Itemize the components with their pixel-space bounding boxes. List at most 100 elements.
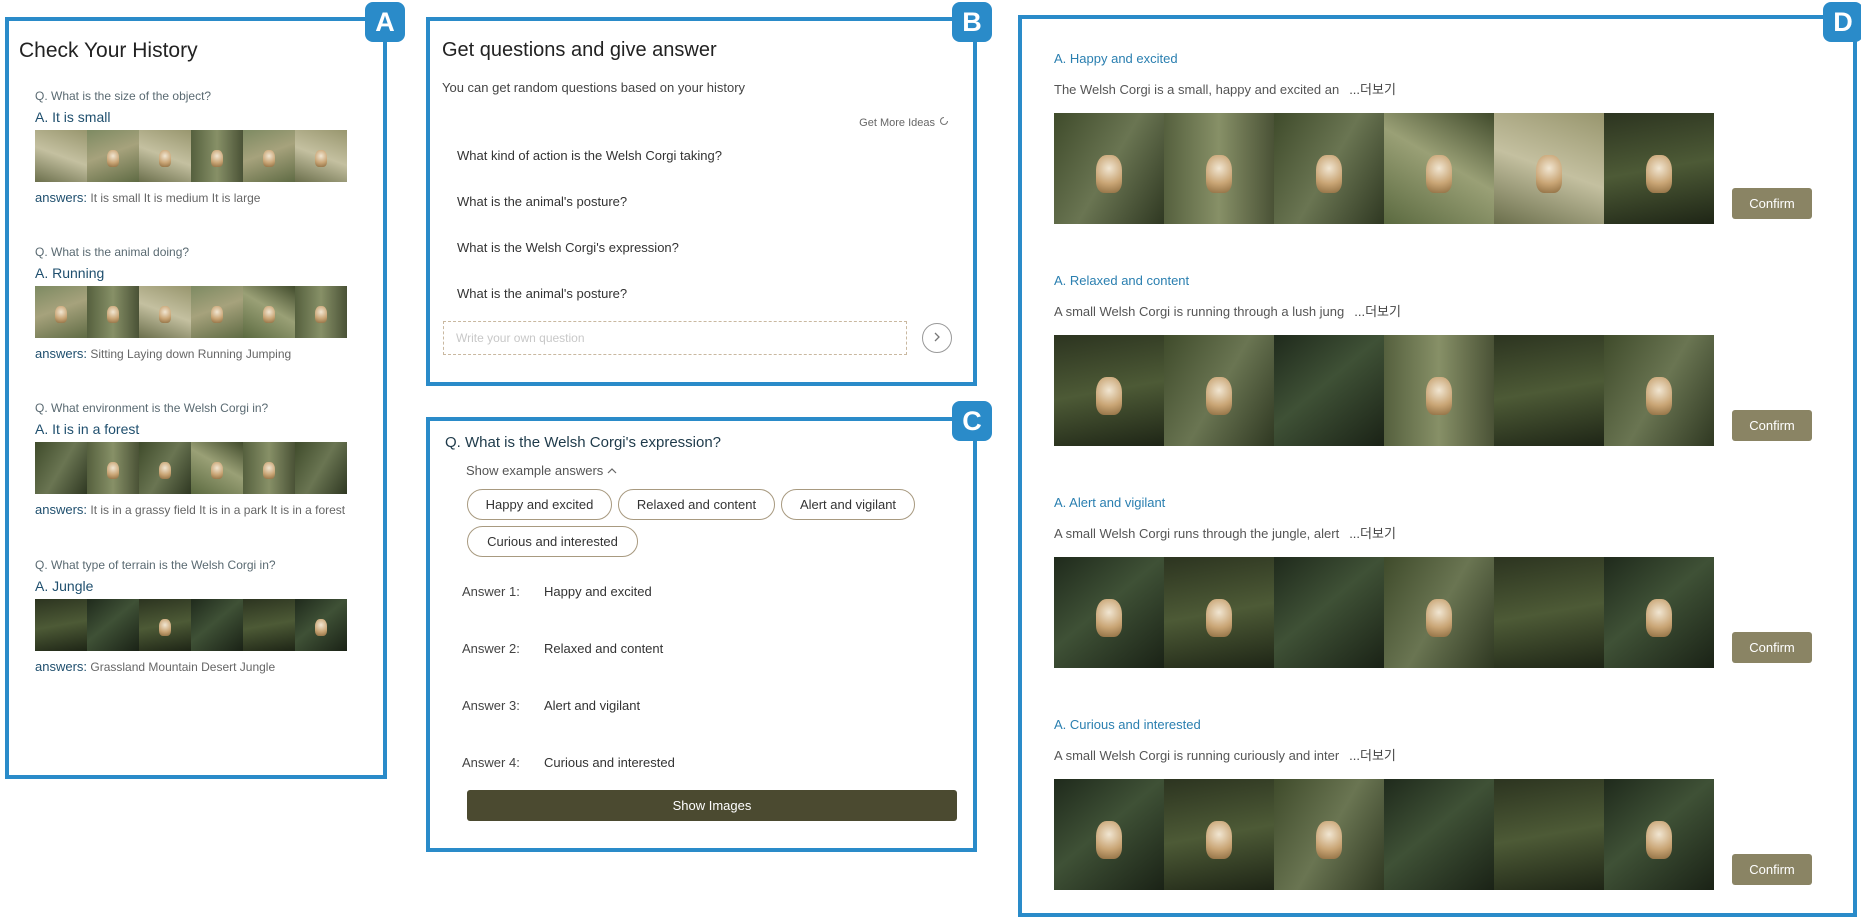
result-image-strip [1054,557,1714,668]
result-image[interactable] [1274,557,1384,668]
history-item[interactable]: Q. What is the size of the object? A. It… [35,89,355,205]
result-image[interactable] [1164,557,1274,668]
result-description: A small Welsh Corgi is running through a… [1054,304,1401,319]
history-item[interactable]: Q. What type of terrain is the Welsh Cor… [35,558,355,674]
history-image-strip [35,130,347,182]
answer-value: Happy and excited [544,584,652,599]
own-question-input[interactable] [443,321,907,355]
confirm-button[interactable]: Confirm [1732,410,1812,441]
generated-question[interactable]: What is the animal's posture? [457,194,627,209]
result-image[interactable] [1274,113,1384,224]
generated-question[interactable]: What kind of action is the Welsh Corgi t… [457,148,722,163]
result-image[interactable] [1494,113,1604,224]
example-answer-chip[interactable]: Curious and interested [467,526,638,557]
result-answer: A. Curious and interested [1054,717,1201,732]
history-image-strip [35,286,347,338]
result-image[interactable] [1054,335,1164,446]
history-title: Check Your History [19,39,198,62]
result-answer: A. Alert and vigilant [1054,495,1166,510]
confirm-button[interactable]: Confirm [1732,854,1812,885]
answer-row[interactable]: Answer 3: Alert and vigilant [462,698,640,713]
history-question: Q. What environment is the Welsh Corgi i… [35,401,269,415]
thumbnail [295,130,347,182]
thumbnail [35,442,87,494]
thumbnail [295,442,347,494]
result-image[interactable] [1164,113,1274,224]
show-example-answers-toggle[interactable]: Show example answers [466,463,617,478]
result-image[interactable] [1054,113,1164,224]
answer-panel: Q. What is the Welsh Corgi's expression?… [426,417,977,852]
answer-row[interactable]: Answer 1: Happy and excited [462,584,652,599]
result-image[interactable] [1384,779,1494,890]
get-more-ideas-button[interactable]: Get More Ideas [859,116,949,129]
thumbnail [191,599,243,651]
result-image[interactable] [1054,557,1164,668]
see-more-link[interactable]: ...더보기 [1349,748,1396,763]
generated-question[interactable]: What is the Welsh Corgi's expression? [457,240,679,255]
panel-badge-d: D [1823,2,1861,42]
history-item[interactable]: Q. What is the animal doing? A. Running … [35,245,355,361]
thumbnail [35,286,87,338]
example-answer-chip[interactable]: Alert and vigilant [781,489,915,520]
history-question: Q. What is the size of the object? [35,89,212,103]
thumbnail [191,286,243,338]
history-answers: answers: Grassland Mountain Desert Jungl… [35,659,276,674]
answer-label: Answer 2: [462,641,520,656]
thumbnail [35,599,87,651]
see-more-link[interactable]: ...더보기 [1349,526,1396,541]
image-results-panel: A. Happy and excited The Welsh Corgi is … [1018,15,1857,917]
history-question: Q. What type of terrain is the Welsh Cor… [35,558,276,572]
answer-row[interactable]: Answer 2: Relaxed and content [462,641,663,656]
result-answer: A. Happy and excited [1054,51,1178,66]
generator-title: Get questions and give answer [442,39,717,61]
result-image[interactable] [1604,335,1714,446]
result-image[interactable] [1604,113,1714,224]
result-image[interactable] [1494,779,1604,890]
send-question-button[interactable] [922,323,952,353]
answer-row[interactable]: Answer 4: Curious and interested [462,755,675,770]
result-image[interactable] [1384,557,1494,668]
result-image[interactable] [1384,113,1494,224]
result-image[interactable] [1054,779,1164,890]
thumbnail [139,442,191,494]
thumbnail [243,442,295,494]
chevron-up-icon [607,463,617,478]
toggle-label: Show example answers [466,463,604,478]
answer-value: Alert and vigilant [544,698,641,713]
thumbnail [87,599,139,651]
result-image[interactable] [1274,335,1384,446]
see-more-link[interactable]: ...더보기 [1354,304,1401,319]
result-description: The Welsh Corgi is a small, happy and ex… [1054,82,1396,97]
refresh-icon [939,116,949,129]
history-item[interactable]: Q. What environment is the Welsh Corgi i… [35,401,355,517]
example-answer-chip[interactable]: Relaxed and content [618,489,775,520]
result-description: A small Welsh Corgi is running curiously… [1054,748,1396,763]
history-answer: A. Running [35,265,105,281]
result-image[interactable] [1604,557,1714,668]
result-image[interactable] [1164,335,1274,446]
result-image[interactable] [1604,779,1714,890]
result-image[interactable] [1274,779,1384,890]
answer-label: Answer 3: [462,698,520,713]
result-image[interactable] [1494,335,1604,446]
history-answers: answers: Sitting Laying down Running Jum… [35,346,292,361]
thumbnail [87,130,139,182]
show-images-button[interactable]: Show Images [467,790,957,821]
history-panel: Check Your History Q. What is the size o… [5,17,387,779]
result-image[interactable] [1384,335,1494,446]
example-answer-chip[interactable]: Happy and excited [467,489,612,520]
generated-question[interactable]: What is the animal's posture? [457,286,627,301]
result-image[interactable] [1494,557,1604,668]
thumbnail [87,442,139,494]
thumbnail [295,286,347,338]
confirm-button[interactable]: Confirm [1732,188,1812,219]
result-item: A. Alert and vigilant A small Welsh Corg… [1054,495,1844,668]
get-more-ideas-label: Get More Ideas [859,116,935,129]
thumbnail [243,599,295,651]
history-answer: A. Jungle [35,578,94,594]
answer-label: Answer 4: [462,755,520,770]
confirm-button[interactable]: Confirm [1732,632,1812,663]
result-image[interactable] [1164,779,1274,890]
thumbnail [139,130,191,182]
see-more-link[interactable]: ...더보기 [1349,82,1396,97]
